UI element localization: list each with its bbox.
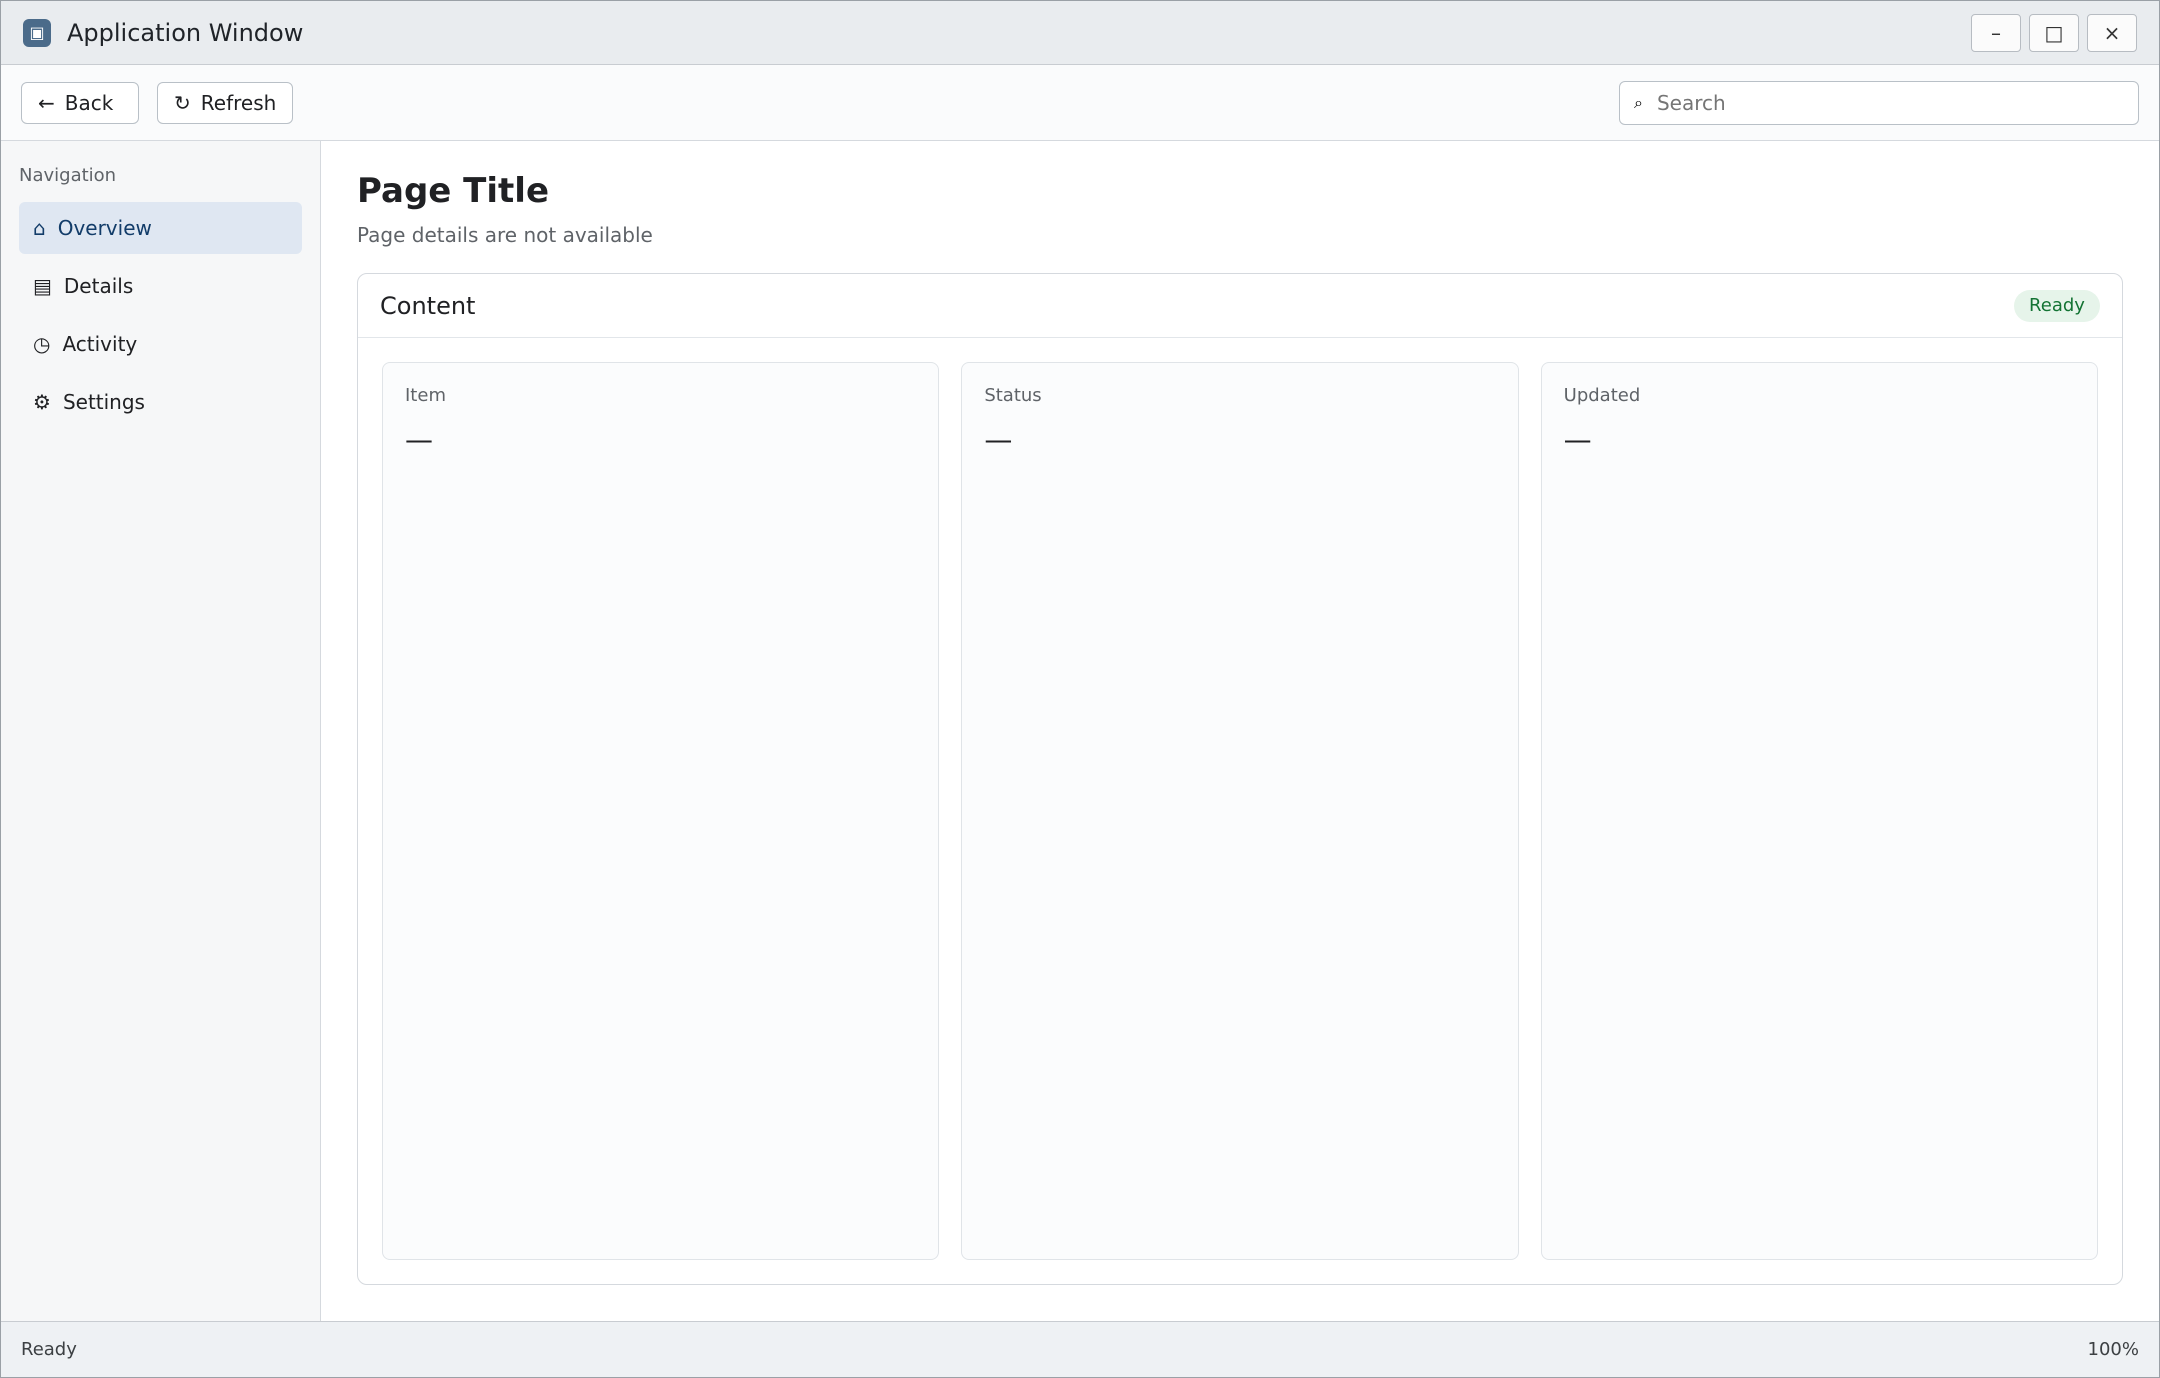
summary-card-label: Item [405,385,446,406]
main-toolbar: ← Back ↻ Refresh ⌕ [1,65,2159,141]
page-subtitle: Page details are not available [357,223,653,247]
sidebar-item-label: Overview [57,216,152,240]
summary-card: Item — [382,362,940,1260]
sidebar-item-settings[interactable]: ⚙ Settings [19,376,302,428]
title-bar: ▣ Application Window – □ × [1,1,2159,65]
status-badge: Ready [2014,289,2100,322]
window-controls: – □ × [1971,13,2137,52]
back-button-label: Back [64,90,114,115]
summary-card-value: — [405,423,433,456]
main-content: Page Title Page details are not availabl… [321,141,2159,1321]
panel-title: Content [380,291,476,320]
status-bar: Ready 100% [1,1321,2159,1377]
app-icon: ▣ [23,18,51,47]
search-icon: ⌕ [1634,92,1643,112]
search-field[interactable]: ⌕ [1619,80,2139,125]
maximize-button[interactable]: □ [2029,13,2079,52]
search-input[interactable] [1654,89,2124,116]
updated-card: Updated — [1540,362,2098,1260]
status-card-label: Status [984,385,1042,406]
application-window: ▣ Application Window – □ × ← Back ↻ Refr… [0,0,2160,1378]
content-area: Navigation ⌂ Overview ▤ Details ◷ Activi… [1,141,2159,1321]
status-text: Ready [21,1339,77,1360]
sidebar-item-details[interactable]: ▤ Details [19,260,302,312]
panel-body: Item — Status — Updated — [358,338,2122,1284]
content-panel: Content Ready Item — Status — Updated — [357,273,2123,1285]
sidebar-heading: Navigation [19,165,117,186]
gear-icon: ⚙ [33,390,51,414]
window-title: Application Window [67,18,304,47]
sidebar-item-label: Details [63,274,134,298]
status-card: Status — [961,362,1519,1260]
refresh-button-label: Refresh [200,90,277,115]
activity-icon: ◷ [33,332,51,356]
document-icon: ▤ [33,274,52,298]
refresh-icon: ↻ [174,90,191,115]
panel-header: Content Ready [358,274,2122,338]
refresh-button[interactable]: ↻ Refresh [157,81,294,124]
sidebar-item-label: Settings [62,390,145,414]
close-button[interactable]: × [2087,13,2137,52]
updated-card-label: Updated [1563,385,1641,406]
back-button[interactable]: ← Back [21,81,139,124]
sidebar-item-activity[interactable]: ◷ Activity [19,318,302,370]
sidebar-item-overview[interactable]: ⌂ Overview [19,202,302,254]
status-card-value: — [984,423,1013,456]
minimize-button[interactable]: – [1971,13,2021,52]
sidebar: Navigation ⌂ Overview ▤ Details ◷ Activi… [1,141,321,1321]
arrow-left-icon: ← [38,90,55,115]
sidebar-item-label: Activity [62,332,138,356]
updated-card-value: — [1563,423,1592,456]
zoom-level: 100% [2087,1339,2139,1360]
page-title: Page Title [357,171,549,211]
home-icon: ⌂ [33,216,46,240]
